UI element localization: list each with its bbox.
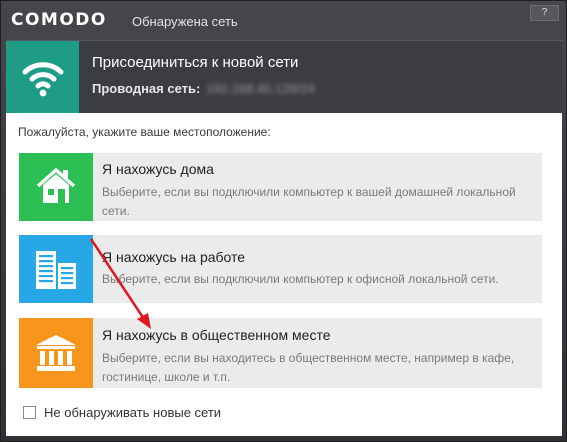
join-network-header: Присоединиться к новой сети Проводная се… (6, 40, 562, 114)
option-work-description: Выберите, если вы подключили компьютер к… (102, 272, 499, 286)
network-detected-dialog: COMODO Обнаружена сеть ? Присоединиться … (0, 0, 567, 442)
help-button[interactable]: ? (530, 5, 559, 21)
network-info: Проводная сеть: 192.168.40.128/24 (92, 81, 315, 96)
option-home-title: Я нахожусь дома (102, 161, 214, 177)
dont-detect-row[interactable]: Не обнаруживать новые сети (23, 405, 221, 420)
content-panel: Пожалуйста, укажите ваше местоположение:… (6, 113, 562, 436)
option-work-title: Я нахожусь на работе (102, 249, 246, 265)
dont-detect-checkbox[interactable] (23, 406, 36, 419)
option-public[interactable]: Я нахожусь в общественном месте Выберите… (19, 318, 542, 388)
option-home[interactable]: Я нахожусь дома Выберите, если вы подклю… (19, 153, 542, 221)
header-title: Присоединиться к новой сети (92, 54, 299, 71)
wifi-icon (6, 41, 79, 114)
option-home-description: Выберите, если вы подключили компьютер к… (102, 185, 516, 218)
title-bar[interactable]: COMODO Обнаружена сеть ? (1, 1, 566, 39)
comodo-logo: COMODO (11, 10, 107, 30)
window-title: Обнаружена сеть (132, 14, 238, 29)
network-address: 192.168.40.128/24 (206, 81, 315, 96)
option-public-description: Выберите, если вы находитесь в обществен… (102, 351, 515, 384)
office-building-icon (19, 235, 93, 303)
option-work[interactable]: Я нахожусь на работе Выберите, если вы п… (19, 235, 542, 303)
home-icon (19, 153, 93, 221)
option-public-title: Я нахожусь в общественном месте (102, 327, 331, 343)
public-building-icon (19, 318, 93, 388)
location-prompt: Пожалуйста, укажите ваше местоположение: (18, 125, 271, 139)
network-label: Проводная сеть: (92, 81, 201, 96)
dont-detect-label: Не обнаруживать новые сети (44, 405, 222, 420)
